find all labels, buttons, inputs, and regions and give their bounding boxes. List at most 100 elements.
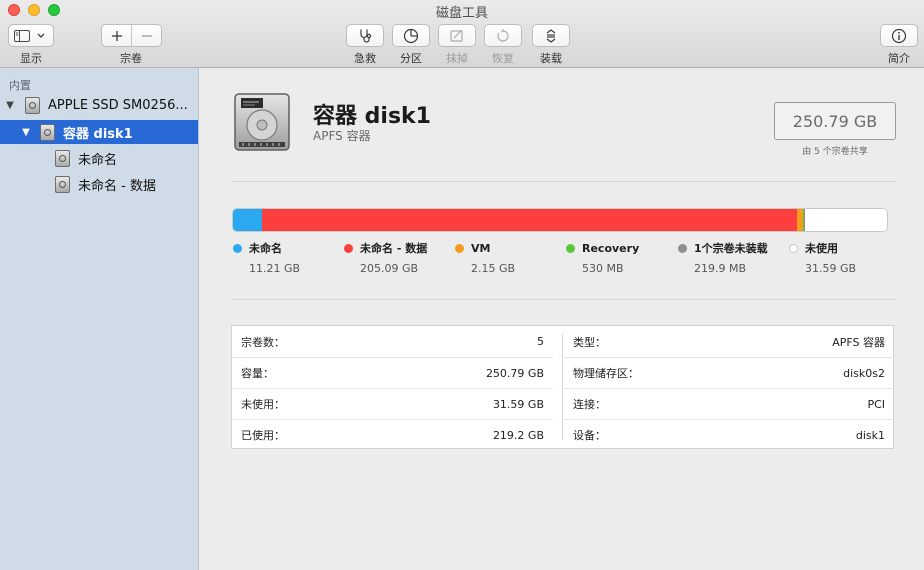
info-row: 未使用： 31.59 GB	[232, 388, 553, 419]
legend-size: 11.21 GB	[249, 262, 301, 275]
partition-button[interactable]	[392, 24, 430, 47]
pie-partition-icon	[403, 28, 419, 43]
sidebar-item-untitled-data[interactable]: 未命名 - 数据	[0, 172, 198, 196]
mount-icon	[546, 28, 556, 43]
usage-bar-segment	[262, 209, 798, 231]
remove-volume-button[interactable]	[132, 25, 161, 46]
legend-item: 1个宗卷未装载 219.9 MB	[678, 241, 788, 275]
legend-size: 219.9 MB	[694, 262, 747, 275]
info-row: 物理储存区： disk0s2	[564, 357, 894, 388]
legend-name-row: 未命名	[233, 241, 343, 255]
divider	[231, 299, 896, 300]
info-value: 31.59 GB	[492, 397, 544, 411]
disk-icon	[25, 96, 40, 114]
info-value: APFS 容器	[832, 335, 885, 349]
info-value: PCI	[867, 397, 885, 411]
window-title: 磁盘工具	[435, 6, 488, 21]
info-row: 已使用： 219.2 GB	[232, 419, 553, 450]
add-volume-button[interactable]	[102, 25, 131, 46]
info-label: 连接：	[573, 398, 606, 411]
info-value: disk1	[855, 428, 885, 442]
sidebar-item-untitled[interactable]: 未命名	[0, 146, 198, 170]
legend-size: 530 MB	[582, 262, 624, 275]
legend-item: 未命名 - 数据 205.09 GB	[344, 241, 454, 275]
legend-color-swatch	[455, 243, 464, 253]
info-column-left: 宗卷数： 5 容量： 250.79 GB 未使用： 31.59 GB 已使用： 219.2 G…	[232, 326, 553, 450]
legend-size: 205.09 GB	[360, 262, 419, 275]
capacity-note: 由 5 个宗卷共享	[802, 147, 868, 157]
legend-name: 1个宗卷未装载	[694, 242, 768, 255]
legend-name-row: VM	[455, 241, 565, 255]
legend-item: VM 2.15 GB	[455, 241, 565, 275]
legend-name: 未使用	[805, 242, 838, 255]
restore-button[interactable]	[484, 24, 522, 47]
usage-bar-segment	[804, 209, 887, 231]
volume-subtitle: APFS 容器	[313, 129, 371, 143]
mount-button[interactable]	[532, 24, 570, 47]
sidebar-item-label: 未命名	[78, 152, 118, 168]
plus-icon	[111, 30, 122, 41]
legend-name-row: Recovery	[566, 241, 676, 255]
info-column-right: 类型： APFS 容器物理储存区： disk0s2 连接： PCI 设备： disk1	[564, 326, 894, 450]
legend-name-row: 未使用	[789, 241, 899, 255]
stethoscope-icon	[360, 29, 372, 43]
legend-name: 未命名	[249, 242, 282, 255]
info-row: 容量： 250.79 GB	[232, 357, 553, 388]
disclosure-triangle-icon[interactable]: ▼	[4, 100, 16, 111]
legend-name: VM	[471, 241, 491, 255]
info-label: 类型：	[573, 335, 606, 349]
volume-segmented-control[interactable]	[101, 24, 162, 47]
legend-name: Recovery	[582, 241, 640, 255]
disk-icon	[55, 175, 70, 193]
legend-item: 未使用 31.59 GB	[789, 241, 899, 275]
info-row: 设备： disk1	[564, 419, 894, 450]
info-table: 宗卷数： 5 容量： 250.79 GB 未使用： 31.59 GB 已使用： 219.2 G…	[231, 325, 894, 449]
erase-button[interactable]	[438, 24, 476, 47]
sidebar-section-internal: 内置	[9, 79, 31, 92]
info-column-separator	[562, 334, 563, 440]
chevron-down-icon	[37, 33, 45, 38]
legend-color-swatch	[344, 243, 353, 253]
legend-item: Recovery 530 MB	[566, 241, 676, 275]
mount-label: 装载	[540, 52, 562, 65]
info-label: 容量：	[241, 367, 274, 380]
usage-bar	[232, 208, 888, 232]
sidebar: 内置 ▼ APPLE SSD SM0256... ▼ 容器 disk1 未命名 …	[0, 68, 199, 570]
info-row: 宗卷数： 5	[232, 326, 553, 357]
info-label: 设备：	[573, 429, 606, 442]
first-aid-button[interactable]	[346, 24, 384, 47]
info-icon	[891, 28, 907, 43]
legend-name-row: 1个宗卷未装载	[678, 241, 788, 255]
sidebar-item-label: 未命名 - 数据	[78, 178, 156, 194]
sidebar-item-label: 容器 disk1	[63, 126, 133, 142]
info-value: disk0s2	[843, 366, 885, 380]
legend-name: 未命名 - 数据	[360, 242, 428, 255]
minus-icon	[141, 34, 152, 37]
erase-icon	[450, 29, 463, 42]
hard-drive-icon	[234, 93, 290, 151]
sidebar-item-container-disk1[interactable]: ▼ 容器 disk1	[0, 120, 198, 144]
info-value: 250.79 GB	[485, 366, 544, 380]
legend-color-swatch	[789, 243, 798, 253]
info-value: 5	[537, 335, 544, 348]
divider	[231, 181, 896, 182]
info-row: 连接： PCI	[564, 388, 894, 419]
main-pane: 容器 disk1 APFS 容器 250.79 GB 由 5 个宗卷共享 未命名…	[199, 68, 924, 570]
disk-icon	[40, 123, 55, 141]
sidebar-item-apple-ssd[interactable]: ▼ APPLE SSD SM0256...	[0, 93, 198, 117]
volume-title: 容器 disk1	[313, 104, 431, 129]
toolbar: 磁盘工具 显示 宗卷 急救 分区 抹掉 恢复 装载 简介	[0, 0, 924, 68]
view-button[interactable]	[8, 24, 54, 47]
info-row: 类型： APFS 容器	[564, 326, 894, 357]
disk-icon	[55, 149, 70, 167]
usage-bar-segment	[233, 209, 263, 231]
legend-name-row: 未命名 - 数据	[344, 241, 454, 255]
info-label: 已使用：	[241, 429, 285, 442]
info-value: 219.2 GB	[492, 428, 544, 442]
legend-color-swatch	[678, 243, 687, 253]
view-label: 显示	[20, 52, 42, 65]
sidebar-toggle-icon	[14, 29, 30, 42]
info-button[interactable]	[880, 24, 918, 47]
disclosure-triangle-icon[interactable]: ▼	[20, 127, 32, 138]
info-label: 宗卷数：	[241, 335, 285, 349]
